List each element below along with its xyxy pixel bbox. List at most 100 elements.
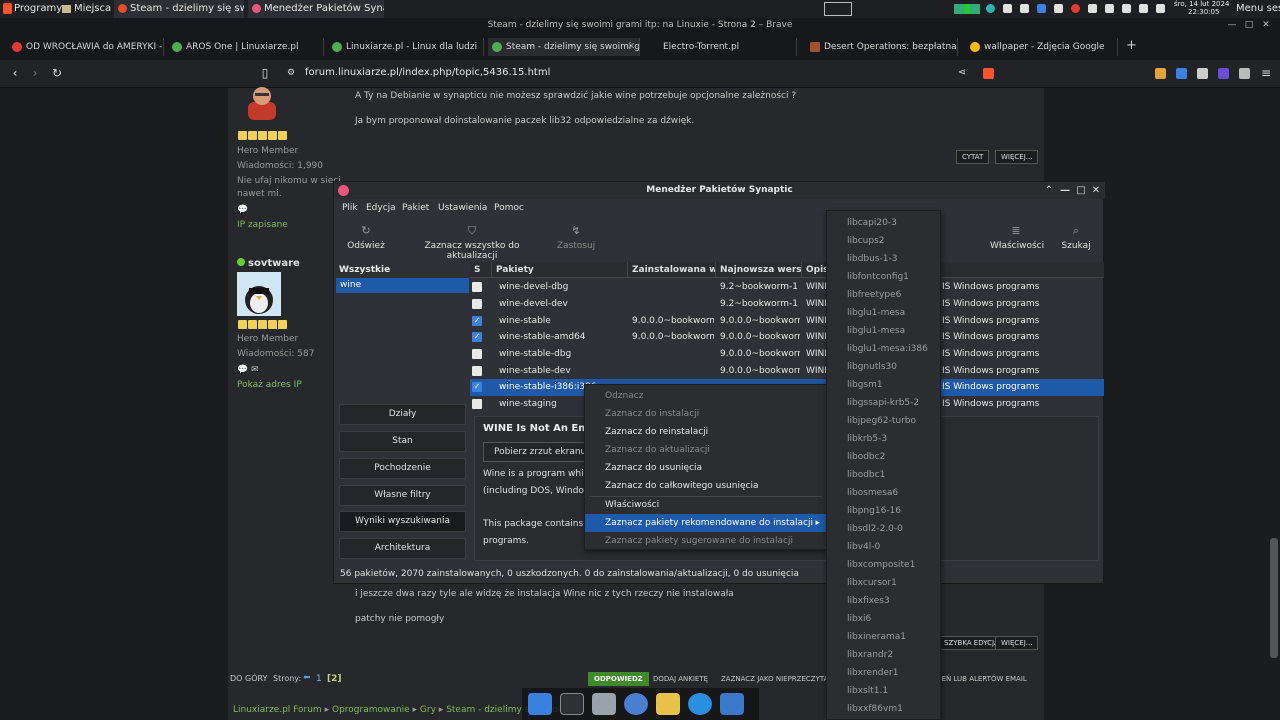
page-scrollbar[interactable] [1270,538,1278,658]
submenu-item[interactable]: libpng16-16 [847,506,901,516]
time-label[interactable]: 22:30:05 [1188,8,1219,17]
more-button[interactable]: WIĘCEJ... [995,636,1039,650]
more-button[interactable]: WIĘCEJ... [995,150,1039,164]
submenu-item[interactable]: libxfixes3 [847,596,890,606]
breadcrumb-link[interactable]: Gry [420,705,436,715]
breadcrumb-link[interactable]: Oprogramowanie [332,705,410,715]
brave-icon[interactable] [3,0,13,18]
terminal-icon[interactable] [560,693,584,715]
package-row[interactable]: ✓ wine-stable 9.0.0.0~bookworm- 9.0.0.0~boo… [470,313,1104,330]
menu-item-mark-removal[interactable]: Zaznacz do usunięcia [585,459,826,477]
package-row[interactable]: ✓ wine-stable-amd64 9.0.0.0~bookworm- 9.0.0… [470,329,1104,346]
package-row[interactable]: wine-devel-dev 9.2~bookworm-1 WINE IS Windo… [470,296,1104,313]
location-icon[interactable] [1003,4,1012,13]
clipboard-icon[interactable] [1122,4,1131,13]
apply-button[interactable]: ↯ Zastosuj [556,219,596,261]
brave-shields-icon[interactable] [983,68,994,79]
workspace-switcher[interactable] [824,0,854,18]
menu-item-mark-recommended[interactable]: Zaznacz pakiety rekomendowane do instala… [585,514,826,532]
submenu-item[interactable]: libxcursor1 [847,578,897,588]
submenu-item[interactable]: libfontconfig1 [847,272,909,282]
thunderbird-icon[interactable] [624,693,648,715]
menu-help[interactable]: Pomoc [494,203,524,213]
menu-item-mark-suggested[interactable]: Zaznacz pakiety sugerowane do instalacji [585,532,826,550]
vpn-icon[interactable] [1071,4,1080,13]
tab-youtube[interactable]: OD WROCŁAWIA do AMERYKI - K [8,38,164,56]
submenu-item[interactable]: libsdl2-2.0-0 [847,524,903,534]
extension-icon[interactable] [1155,68,1166,79]
session-menu[interactable]: Menu sesji [1236,0,1280,18]
menu-item-mark-purge[interactable]: Zaznacz do całkowitego usunięcia [585,477,826,495]
submenu-item[interactable]: libglu1-mesa [847,308,905,318]
get-screenshot-button[interactable]: Pobierz zrzut ekranu [483,442,598,462]
extension-icon[interactable] [1197,68,1208,79]
menu-item-mark-upgrade[interactable]: Zaznacz do aktualizacji [585,441,826,459]
column-latest-version[interactable]: Najnowsza wersja [716,262,802,278]
notification-icon[interactable] [1139,4,1148,13]
origin-button[interactable]: Pochodzenie [339,458,466,479]
close-tab-icon[interactable]: ✕ [627,38,635,56]
search-button[interactable]: ⌕ Szukaj [1060,219,1092,261]
places-menu[interactable]: Miejsca [74,0,111,18]
package-checkbox[interactable] [472,282,482,292]
package-row[interactable]: wine-devel-dbg 9.2~bookworm-1 WINE IS Windo… [470,279,1104,296]
minimize-icon[interactable]: — [1226,20,1238,30]
show-ip-link[interactable]: Pokaż adres IP [237,380,302,390]
extensions-puzzle-icon[interactable] [1239,68,1250,79]
submenu-item[interactable]: libdbus-1-3 [847,254,897,264]
display-icon[interactable] [1054,4,1063,13]
submenu-item[interactable]: libcups2 [847,236,885,246]
package-checkbox[interactable] [472,366,482,376]
menu-settings[interactable]: Ustawienia [438,203,487,213]
submenu-item[interactable]: libkrb5-3 [847,434,887,444]
close-icon[interactable]: ✕ [1089,182,1103,199]
submenu-item[interactable]: libv4l-0 [847,542,880,552]
menu-item-mark-reinstall[interactable]: Zaznacz do reinstalacji [585,423,826,441]
wifi-icon[interactable] [1156,4,1165,13]
tab-electro-torrent[interactable]: Electro-Torrent.pl [645,38,797,56]
share-icon[interactable]: ⋖ [955,66,969,80]
package-checkbox[interactable]: ✓ [472,382,482,392]
mark-all-upgrades-button[interactable]: ⛉ Zaznacz wszystko do aktualizacji [404,219,540,262]
submenu-item[interactable]: libjpeg62-turbo [847,416,916,426]
new-tab-button[interactable]: + [1126,38,1140,53]
folder-icon[interactable] [720,693,744,715]
close-icon[interactable]: ✕ [1260,20,1272,30]
submenu-item[interactable]: libosmesa6 [847,488,898,498]
submenu-item[interactable]: libxrandr2 [847,650,893,660]
update-icon[interactable] [986,4,995,13]
username[interactable]: sovtware [237,258,300,269]
submenu-item[interactable]: libxcomposite1 [847,560,915,570]
submenu-item[interactable]: libgsm1 [847,380,883,390]
package-checkbox[interactable] [472,299,482,309]
custom-filters-button[interactable]: Własne filtry [339,485,466,506]
menu-item-mark-install[interactable]: Zaznacz do instalacji [585,405,826,423]
search-app-icon[interactable] [688,693,712,715]
bookmark-icon[interactable]: ▯ [258,66,272,80]
menu-item-properties[interactable]: Właściwości [585,496,826,514]
programs-menu[interactable]: Programy [14,0,62,18]
mail-icon[interactable] [656,693,680,715]
submenu-item[interactable]: libgssapi-krb5-2 [847,398,919,408]
menu-package[interactable]: Pakiet [402,203,429,213]
package-row[interactable]: wine-stable-dev 9.0.0.0~bookworm- WINE IS W… [470,363,1104,380]
submenu-item[interactable]: libxslt1.1 [847,686,888,696]
filter-item-wine[interactable]: wine [336,278,469,293]
submenu-item[interactable]: libxrender1 [847,668,898,678]
pin-icon[interactable] [1088,4,1097,13]
submenu-item[interactable]: libfreetype6 [847,290,901,300]
package-row[interactable]: wine-stable-dbg 9.0.0.0~bookworm- WINE IS W… [470,346,1104,363]
minimize-icon[interactable]: — [1058,182,1072,199]
menu-item-unmark[interactable]: Odznacz [585,387,826,405]
reload-icon[interactable]: ↻ [50,66,64,80]
reply-button[interactable]: ODPOWIEDZ [588,672,649,686]
package-checkbox[interactable] [472,349,482,359]
submenu-item[interactable]: libcapi20-3 [847,218,897,228]
message-icon[interactable]: 💬 ✉ [237,365,259,375]
tab-aros[interactable]: AROS One | Linuxiarze.pl [168,38,324,56]
chevron-up-icon[interactable]: ⌃ [1042,182,1056,199]
message-icon[interactable]: 💬 [237,205,248,215]
taskbar-item-steam[interactable]: Steam - dzielimy się swoi... [114,0,244,18]
breadcrumb-link[interactable]: Linuxiarze.pl Forum [233,705,322,715]
package-checkbox[interactable] [472,399,482,409]
